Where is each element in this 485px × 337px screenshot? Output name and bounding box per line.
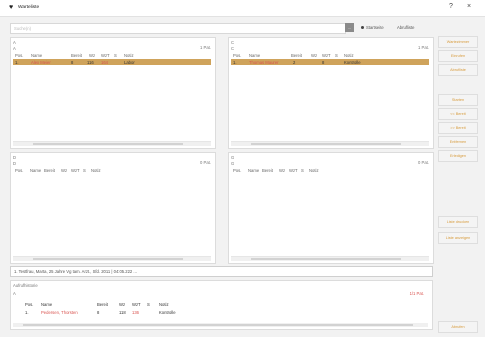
title-bar: ♥ Warteliste ? × <box>0 0 485 17</box>
table-header: Pos. Name Bereit Wz WzT S Notiz <box>15 168 101 173</box>
col-name: Name <box>31 53 43 58</box>
waitlist-panel-g: G G 0 Pat. Pos. Name Bereit Wz WzT S Not… <box>228 152 434 264</box>
scroll-thumb[interactable] <box>251 143 401 145</box>
move-left-button[interactable]: << Bereit <box>438 108 478 120</box>
abrufliste-button[interactable]: Abrufliste <box>438 64 478 76</box>
help-button[interactable]: ? <box>449 3 453 10</box>
scroll-thumb[interactable] <box>23 324 413 326</box>
horizontal-scrollbar[interactable] <box>231 256 429 261</box>
wartezimmer-button[interactable]: Wartezimmer <box>438 36 478 48</box>
patient-name: Alex Meier <box>31 60 51 65</box>
search-placeholder: Suche(n) <box>14 26 31 31</box>
col-bereit: Bereit <box>71 53 82 58</box>
patient-count: 1 Pat. <box>200 45 211 50</box>
col-s: S <box>114 53 117 58</box>
starten-button[interactable]: Starten <box>438 94 478 106</box>
entfernen-button[interactable]: Entfernen <box>438 136 478 148</box>
move-right-button[interactable]: >> Bereit <box>438 122 478 134</box>
table-row[interactable]: 1. Alex Meier 8 116 164 Labor <box>13 59 211 65</box>
panel-title: C <box>231 40 235 45</box>
col-wzt: WzT <box>101 53 110 58</box>
waitlist-panel-d: D D 0 Pat. Pos. Name Bereit Wz WzT S Not… <box>10 152 216 264</box>
patient-count: 1/1 Pat. <box>409 291 424 296</box>
panel-subtitle: C <box>231 46 235 51</box>
panel-title: Aufrufhistorie <box>13 283 38 288</box>
col-notiz: Notiz <box>124 53 134 58</box>
scroll-thumb[interactable] <box>33 143 183 145</box>
patient-name: Thomas Maurer <box>249 60 279 65</box>
print-list-button[interactable]: Liste drucken <box>438 216 478 228</box>
call-history-panel: Aufrufhistorie A 1/1 Pat. Pos. Name Bere… <box>10 280 433 330</box>
radio-startseite[interactable]: Startseite <box>361 25 384 30</box>
panel-subtitle: D <box>13 161 17 166</box>
erledigen-button[interactable]: Erledigen <box>438 150 478 162</box>
col-wz: Wz <box>89 53 96 58</box>
table-header: Pos. Name Bereit Wz WzT S Notiz <box>233 168 319 173</box>
show-list-button[interactable]: Liste anzeigen <box>438 232 478 244</box>
close-button[interactable]: × <box>467 3 471 10</box>
horizontal-scrollbar[interactable] <box>13 256 211 261</box>
scroll-thumb[interactable] <box>251 258 401 260</box>
horizontal-scrollbar[interactable] <box>231 141 429 146</box>
panel-subtitle: G <box>231 161 235 166</box>
radio-abrufliste[interactable]: Abrufliste <box>397 25 414 30</box>
table-header: Pos. Name Bereit Wz WzT S Notiz <box>25 302 169 307</box>
app-window: ♥ Warteliste ? × Suche(n) ... Startseite… <box>0 0 485 337</box>
einrufen-button[interactable]: Einrufen <box>438 50 478 62</box>
col-pos: Pos. <box>15 53 24 58</box>
patient-count: 0 Pat. <box>418 160 429 165</box>
patient-name: Pedersen, Thorsten <box>41 310 78 315</box>
search-row: Suche(n) ... Startseite Abrufliste <box>10 23 435 34</box>
waitlist-panel-c: C C 1 Pat. Pos. Name Bereit Wz WzT S Not… <box>228 37 434 149</box>
scroll-thumb[interactable] <box>33 258 183 260</box>
table-row[interactable]: 1. Pedersen, Thorsten 8 118 136 Kontroll… <box>13 310 428 316</box>
selected-patient-info: 1. Testfrau, Marta, 25 Jahre Vg tam. Arz… <box>10 266 433 277</box>
abrufen-button[interactable]: Abrufen <box>438 321 478 333</box>
panel-subtitle: A <box>13 291 16 296</box>
panel-subtitle: A <box>13 46 16 51</box>
search-input[interactable]: Suche(n) <box>10 23 346 34</box>
waitlist-panel-a: A A 1 Pat. Pos. Name Bereit Wz WzT S Not… <box>10 37 216 149</box>
panel-title: D <box>13 155 17 160</box>
heart-icon: ♥ <box>9 4 14 11</box>
horizontal-scrollbar[interactable] <box>13 141 211 146</box>
status-text: 1. Testfrau, Marta, 25 Jahre Vg tam. Arz… <box>14 269 137 274</box>
window-title: Warteliste <box>18 5 40 10</box>
patient-count: 1 Pat. <box>418 45 429 50</box>
radio-selected-icon <box>361 26 364 30</box>
horizontal-scrollbar[interactable] <box>13 323 428 327</box>
search-options-button[interactable]: ... <box>345 23 354 32</box>
table-row[interactable]: 1. Thomas Maurer 2 8 Kontrolle <box>231 59 429 65</box>
panel-title: A <box>13 40 16 45</box>
patient-count: 0 Pat. <box>200 160 211 165</box>
panel-title: G <box>231 155 235 160</box>
